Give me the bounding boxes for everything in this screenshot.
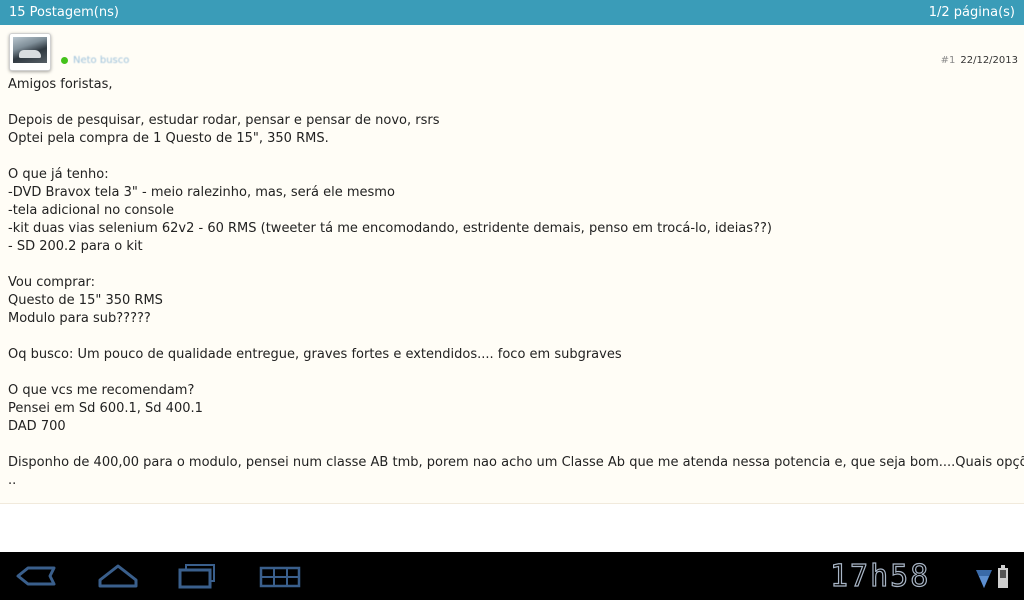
post-text-line: -kit duas vias selenium 62v2 - 60 RMS (t… [8,221,772,236]
page-indicator[interactable]: 1/2 página(s) [929,5,1015,20]
post-text-line: .. [8,473,17,488]
post-body: Amigos foristas, Depois de pesquisar, est… [8,76,1024,490]
recent-apps-icon[interactable] [176,560,218,592]
avatar[interactable] [9,33,51,71]
post-text-line: -DVD Bravox tela 3" - meio ralezinho, ma… [8,185,395,200]
post-number[interactable]: #1 [941,55,956,66]
username[interactable]: Neto busco [73,55,129,66]
thread-header-bar: 15 Postagem(ns) 1/2 página(s) [0,0,1024,25]
post-text-line: Amigos foristas, [8,77,113,92]
post-text-line: Modulo para sub????? [8,311,151,326]
forum-post: Neto busco #1 22/12/2013 Amigos foristas… [0,25,1024,504]
clock[interactable]: 17h58 [829,560,930,593]
avatar-car-shape [19,50,41,58]
post-meta: #1 22/12/2013 [941,55,1018,66]
post-text-line: Oq busco: Um pouco de qualidade entregue… [8,347,622,362]
system-navigation-bar: 17h58 [0,552,1024,600]
post-text-line: Pensei em Sd 600.1, Sd 400.1 [8,401,203,416]
post-text-line: O que vcs me recomendam? [8,383,195,398]
wifi-icon [976,570,992,588]
battery-icon [998,565,1008,588]
post-text-line: Vou comprar: [8,275,96,290]
post-text-line: -tela adicional no console [8,203,174,218]
post-text-line: Disponho de 400,00 para o modulo, pensei… [8,455,1024,470]
post-text-line: - SD 200.2 para o kit [8,239,143,254]
post-date: 22/12/2013 [960,55,1018,66]
online-status-icon [61,57,68,64]
screenshot-icon[interactable] [258,560,302,592]
post-text-line [8,328,1020,346]
back-icon[interactable] [14,560,58,592]
post-text-line: Questo de 15" 350 RMS [8,293,163,308]
post-text-line [8,364,1020,382]
post-text-line [8,436,1020,454]
post-text-line [8,148,1020,166]
post-count: 15 Postagem(ns) [9,5,119,20]
post-text-line [8,256,1020,274]
home-icon[interactable] [96,560,140,592]
post-text-line: Depois de pesquisar, estudar rodar, pens… [8,113,440,128]
post-text-line: DAD 700 [8,419,66,434]
post-text-line: Optei pela compra de 1 Questo de 15", 35… [8,131,329,146]
post-text-line [8,94,1020,112]
post-text-line: O que já tenho: [8,167,109,182]
